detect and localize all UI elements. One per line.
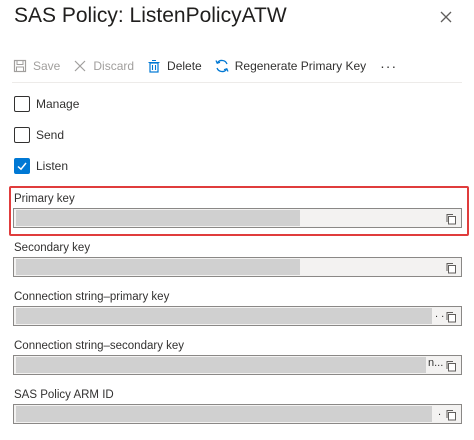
copy-icon[interactable] <box>445 310 457 323</box>
discard-icon <box>72 58 88 74</box>
close-button[interactable] <box>439 10 453 24</box>
trash-icon <box>146 58 162 74</box>
close-icon <box>440 11 452 23</box>
listen-label: Listen <box>36 159 69 173</box>
connection-string-secondary-trail: n... <box>428 357 444 369</box>
copy-icon[interactable] <box>445 359 457 372</box>
connection-string-primary-label: Connection string–primary key <box>14 291 170 303</box>
checkbox-box <box>14 127 30 143</box>
secondary-key-field[interactable] <box>13 257 462 277</box>
connection-string-primary-field[interactable]: . . <box>13 306 462 326</box>
connection-string-secondary-label: Connection string–secondary key <box>14 340 185 352</box>
refresh-icon <box>214 58 230 74</box>
highlight-frame <box>9 186 469 236</box>
discard-button[interactable]: Discard <box>72 58 134 74</box>
secondary-key-value <box>16 259 300 275</box>
more-options-button[interactable]: ··· <box>380 58 397 74</box>
checkbox-box <box>14 96 30 112</box>
arm-id-trail: . <box>438 406 442 418</box>
delete-button[interactable]: Delete <box>146 58 202 74</box>
checkmark-icon <box>17 162 27 171</box>
arm-id-label: SAS Policy ARM ID <box>14 389 114 401</box>
listen-checkbox[interactable]: Listen <box>14 158 68 174</box>
send-label: Send <box>36 128 65 142</box>
save-icon <box>12 58 28 74</box>
manage-label: Manage <box>36 97 80 111</box>
copy-icon[interactable] <box>445 408 457 421</box>
connection-string-secondary-field[interactable]: n... <box>13 355 462 375</box>
manage-checkbox[interactable]: Manage <box>14 96 79 112</box>
toolbar-divider <box>12 82 462 83</box>
delete-label: Delete <box>167 59 202 73</box>
connection-string-secondary-value <box>16 357 426 373</box>
save-button[interactable]: Save <box>12 58 60 74</box>
secondary-key-label: Secondary key <box>14 242 91 254</box>
arm-id-field[interactable]: . <box>13 404 462 424</box>
arm-id-value <box>16 406 432 422</box>
copy-icon[interactable] <box>445 261 457 274</box>
regenerate-primary-key-button[interactable]: Regenerate Primary Key <box>214 58 366 74</box>
checkbox-box-checked <box>14 158 30 174</box>
toolbar: Save Discard Delete Regenerate Primary K… <box>12 56 409 76</box>
connection-string-primary-trail: . . <box>435 308 445 320</box>
page-title: SAS Policy: ListenPolicyATW <box>14 4 287 27</box>
send-checkbox[interactable]: Send <box>14 127 64 143</box>
connection-string-primary-value <box>16 308 432 324</box>
regenerate-label: Regenerate Primary Key <box>234 59 367 73</box>
save-label: Save <box>33 59 61 73</box>
discard-label: Discard <box>93 59 135 73</box>
